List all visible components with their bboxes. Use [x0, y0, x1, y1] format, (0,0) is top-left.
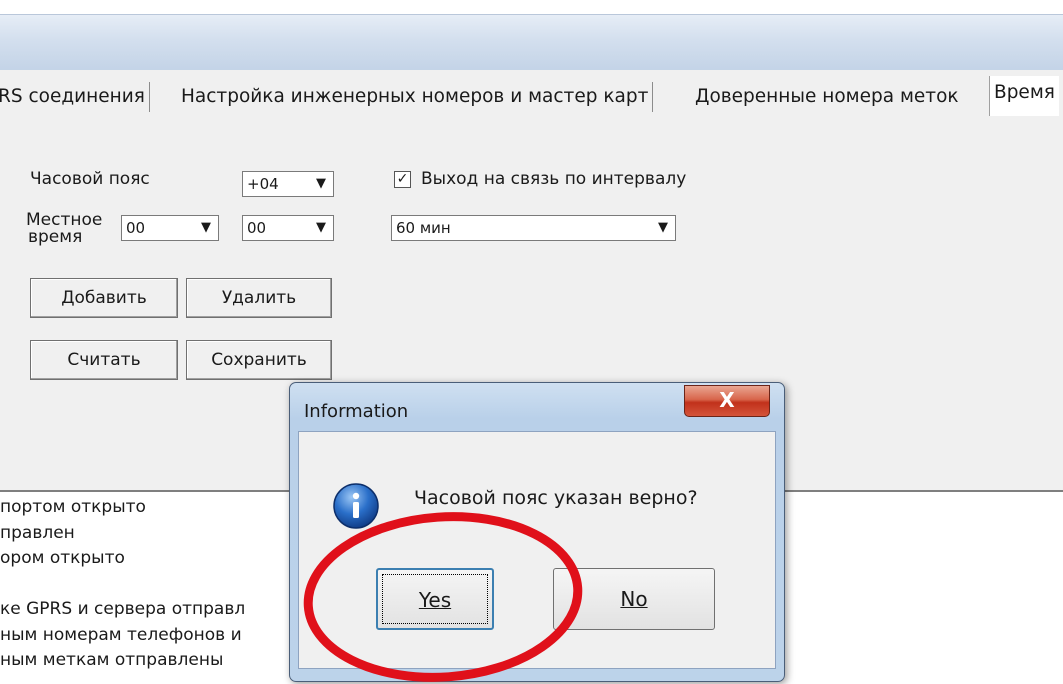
tab-strip: RS соединения Настройка инженерных номер…	[0, 70, 1063, 126]
log-line: ным меткам отправлены	[0, 650, 224, 670]
information-dialog: Information X Часовой пояс указан верно?…	[289, 382, 785, 682]
timezone-label: Часовой пояс	[30, 169, 150, 189]
log-line: ным номерам телефонов и	[0, 624, 242, 645]
timezone-select[interactable]: +04 ▼	[242, 171, 334, 197]
dialog-body: Часовой пояс указан верно? Yes No	[298, 431, 776, 669]
yes-button[interactable]: Yes	[376, 568, 494, 630]
log-line: ке GPRS и сервера отправл	[0, 599, 246, 619]
tab-engineer-numbers[interactable]: Настройка инженерных номеров и мастер ка…	[177, 82, 654, 112]
log-line: правлен	[0, 522, 75, 543]
chevron-down-icon: ▼	[310, 173, 332, 195]
log-line: портом открыто	[0, 497, 146, 517]
delete-button[interactable]: Удалить	[186, 278, 332, 318]
close-button[interactable]: X	[684, 385, 770, 417]
log-line: ором открыто	[0, 548, 125, 568]
interval-checkbox-label: Выход на связь по интервалу	[421, 169, 687, 189]
dialog-message: Часовой пояс указан верно?	[414, 487, 698, 509]
chevron-down-icon: ▼	[652, 217, 674, 239]
chevron-down-icon: ▼	[310, 217, 332, 239]
save-button[interactable]: Сохранить	[186, 340, 332, 380]
info-icon	[333, 483, 379, 529]
local-time-label: Местное время	[26, 210, 103, 247]
tab-gprs-connection[interactable]: RS соединения	[0, 82, 150, 112]
hours-select[interactable]: 00 ▼	[121, 215, 219, 241]
tab-trusted-tag-numbers[interactable]: Доверенные номера меток	[691, 82, 963, 112]
minutes-select[interactable]: 00 ▼	[242, 215, 334, 241]
chevron-down-icon: ▼	[195, 217, 217, 239]
window-titlebar	[0, 14, 1063, 71]
close-icon: X	[719, 388, 735, 412]
add-button[interactable]: Добавить	[30, 278, 178, 318]
log-output: портом открыто правлен ором открыто ке G…	[0, 495, 300, 674]
interval-checkbox[interactable]: ✓	[394, 171, 411, 188]
focus-rect	[382, 574, 488, 624]
tab-time[interactable]: Время	[989, 76, 1059, 116]
dialog-title: Information	[304, 401, 409, 422]
interval-select[interactable]: 60 мин ▼	[391, 215, 676, 241]
no-button[interactable]: No	[553, 568, 715, 630]
read-button[interactable]: Считать	[30, 340, 178, 380]
